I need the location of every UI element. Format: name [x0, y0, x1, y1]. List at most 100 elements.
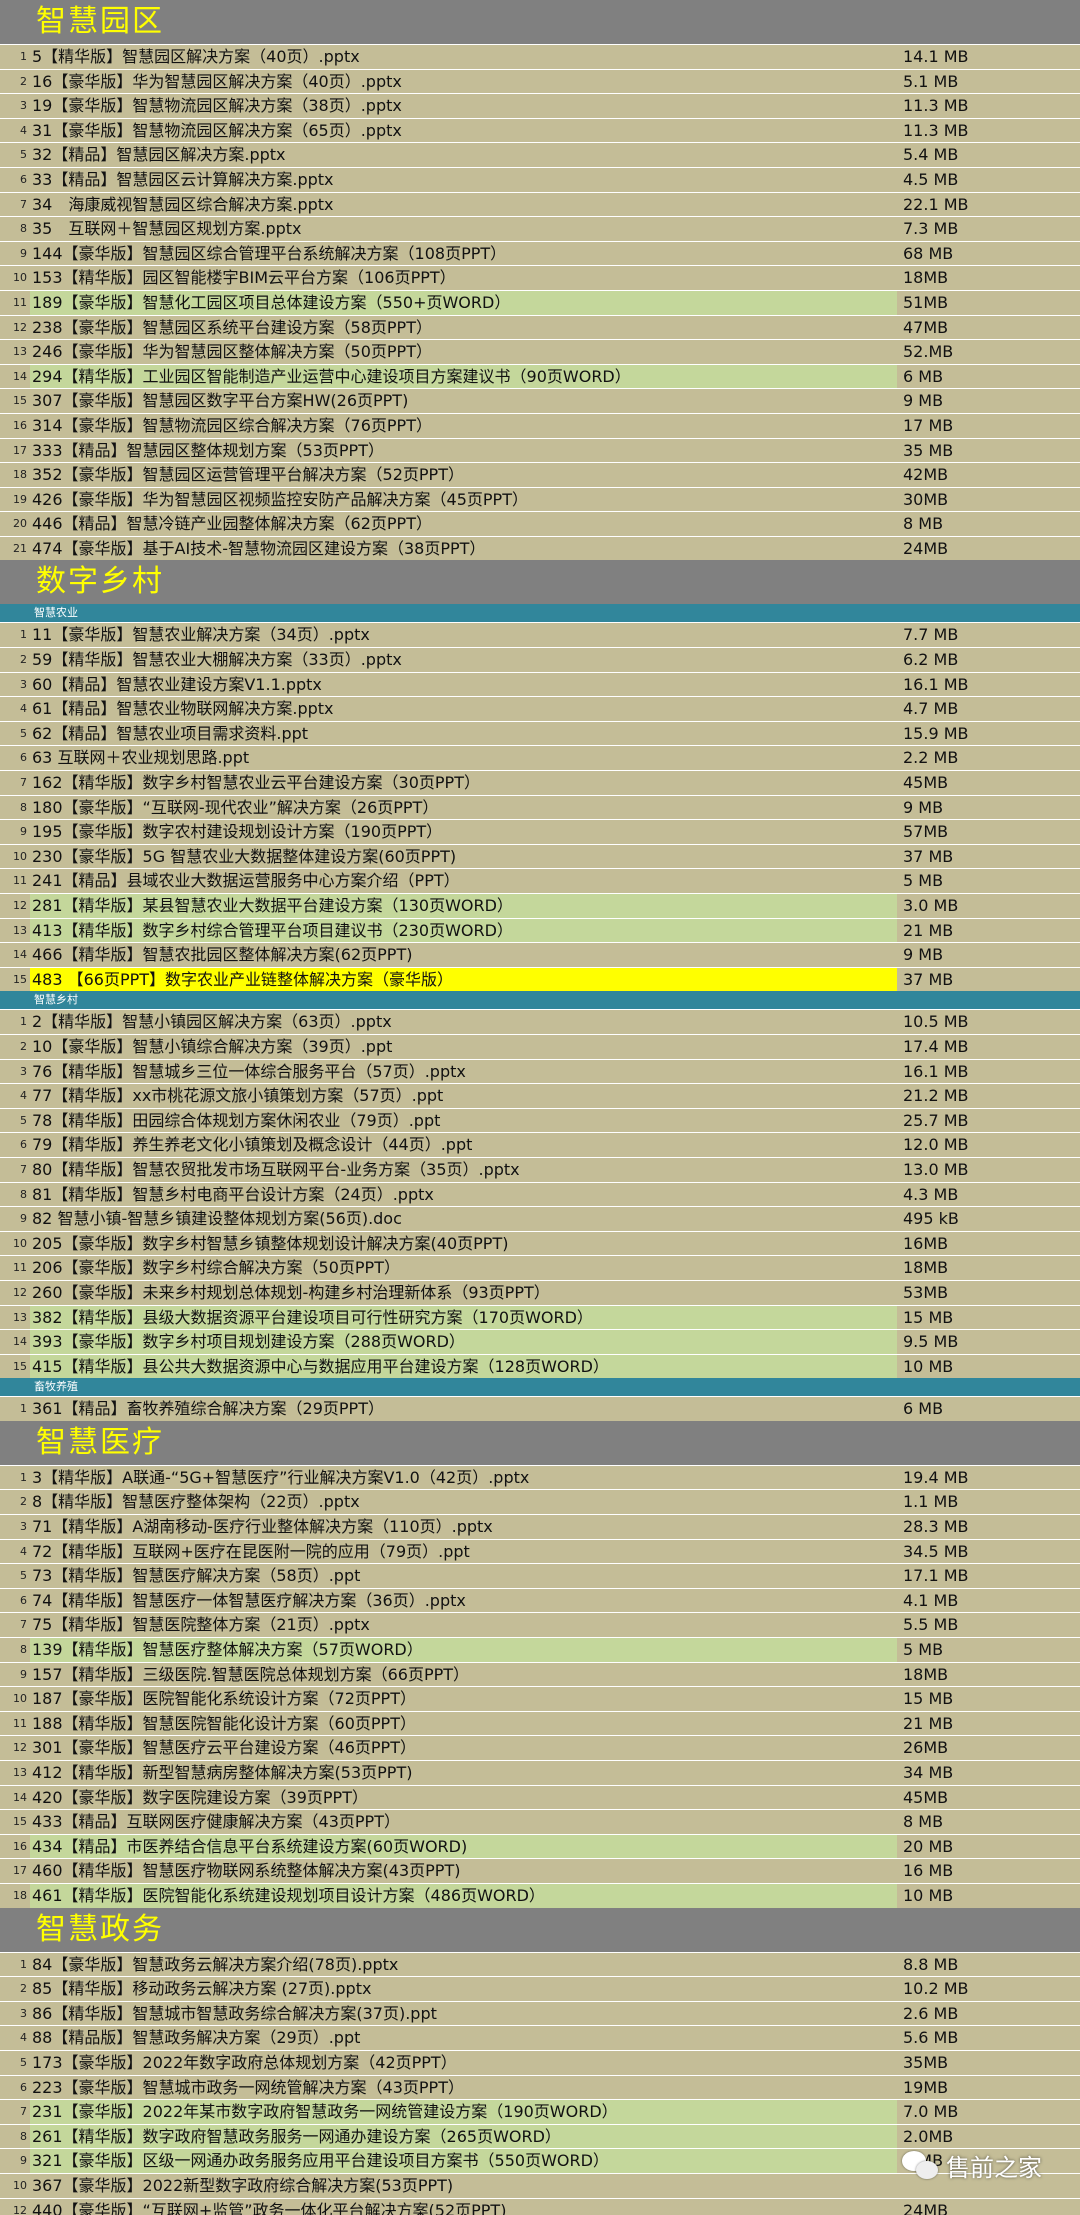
row-index: 12: [13, 899, 27, 912]
row-index: 15: [13, 1359, 27, 1373]
file-name: 74【精华版】智慧医疗一体智慧医疗解决方案（36页）.pptx: [32, 1590, 466, 1610]
table-row: 10 153【精华版】园区智能楼宇BIM云平台方案（106页PPT） 18MB: [0, 265, 1080, 290]
row-index: 14: [13, 369, 27, 383]
file-size: 2.0MB: [903, 2126, 954, 2146]
row-index: 1: [20, 1957, 27, 1971]
file-name: 75【精华版】智慧医院整体方案（21页）.pptx: [32, 1615, 370, 1635]
table-row: 8 81【精华版】智慧乡村电商平台设计方案（24页）.pptx 4.3 MB: [0, 1181, 1080, 1207]
table-row: 4 61【精品】智慧农业物联网解决方案.pptx 4.7 MB: [0, 696, 1080, 721]
file-size: 14.1 MB: [903, 47, 969, 66]
file-name: 81【精华版】智慧乡村电商平台设计方案（24页）.pptx: [32, 1184, 434, 1204]
file-size: 1.1 MB: [903, 1492, 959, 1512]
row-index: 20: [13, 517, 27, 531]
file-size: 16.1 MB: [903, 1061, 969, 1081]
table-row: 4 31【豪华版】智慧物流园区解决方案（65页）.pptx 11.3 MB: [0, 117, 1080, 143]
file-name: 393【豪华版】数字乡村项目规划建设方案（288页WORD）: [30, 1330, 897, 1354]
file-size: 5.1 MB: [903, 71, 959, 91]
row-index: 5: [20, 726, 27, 740]
file-size: 15.9 MB: [903, 723, 969, 743]
table-row: 14 393【豪华版】数字乡村项目规划建设方案（288页WORD） 9.5 MB: [0, 1329, 1080, 1354]
file-name: 238【豪华版】智慧园区系统平台建设方案（58页PPT）: [32, 317, 432, 337]
file-size: 8 MB: [903, 514, 944, 534]
file-size: 17 MB: [903, 415, 954, 435]
table-row: 7 231【豪华版】2022年某市数字政府智慧政务一网统管建设方案（190页WOR…: [0, 2099, 1080, 2124]
table-row: 13 412【精华版】新型智慧病房整体解决方案(53页PPT) 34 MB: [0, 1760, 1080, 1785]
file-size: 15 MB: [903, 1307, 954, 1327]
file-size: 9 MB: [903, 945, 944, 965]
file-size: 21 MB: [903, 920, 954, 940]
file-size: 45MB: [903, 773, 949, 793]
file-name: 11【豪华版】智慧农业解决方案（34页）.pptx: [32, 625, 370, 645]
file-size: 18MB: [903, 268, 949, 288]
row-index: 4: [20, 1544, 27, 1558]
row-index: 1: [20, 1402, 27, 1416]
file-size: 6 MB: [903, 1399, 944, 1419]
table-row: 20 446【精品】智慧冷链产业园整体解决方案（62页PPT） 8 MB: [0, 511, 1080, 536]
file-size: 16.1 MB: [903, 674, 969, 694]
file-name: 31【豪华版】智慧物流园区解决方案（65页）.pptx: [32, 120, 402, 140]
file-name: 281【精华版】某县智慧农业大数据平台建设方案（130页WORD）: [30, 894, 897, 918]
table-row: 7 162【精华版】数字乡村智慧农业云平台建设方案（30页PPT） 45MB: [0, 770, 1080, 795]
file-size: 35 MB: [903, 440, 954, 460]
file-size: 3.0 MB: [903, 896, 959, 915]
file-name: 71【精华版】A湖南移动-医疗行业整体解决方案（110页）.pptx: [32, 1517, 493, 1537]
table-row: 1 11【豪华版】智慧农业解决方案（34页）.pptx 7.7 MB: [0, 622, 1080, 647]
file-name: 440【豪华版】“互联网+监管”政务一体化平台解决方案(52页PPT): [32, 2200, 507, 2215]
file-size: 53MB: [903, 1282, 949, 1302]
row-index: 7: [20, 776, 27, 790]
file-name: 77【精华版】xx市桃花源文旅小镇策划方案（57页）.ppt: [32, 1086, 444, 1106]
file-name: 307【豪华版】智慧园区数字平台方案HW(26页PPT): [32, 391, 409, 411]
row-index: 6: [20, 1593, 27, 1607]
table-row: 10 205【豪华版】数字乡村智慧乡镇整体规划设计解决方案(40页PPT) 16MB: [0, 1230, 1080, 1256]
row-index: 15: [13, 972, 27, 986]
table-row: 21 474【豪华版】基于AI技术-智慧物流园区建设方案（38页PPT） 24MB: [0, 535, 1080, 561]
row-index: 11: [13, 1261, 27, 1275]
row-index: 3: [20, 1520, 27, 1534]
file-size: 7.7 MB: [903, 625, 959, 645]
row-index: 8: [20, 222, 27, 236]
table-row: 4 72【精华版】互联网+医疗在昆医附一院的应用（79页）.ppt 34.5 MB: [0, 1538, 1080, 1564]
row-index: 3: [20, 99, 27, 113]
file-size: 9 MB: [903, 391, 944, 411]
row-index: 7: [20, 2105, 27, 2119]
file-size: 7.3 MB: [903, 219, 959, 239]
table-row: 8 261【精华版】数字政府智慧政务服务一网通办建设方案（265页WORD） 2.0…: [0, 2123, 1080, 2149]
row-index: 3: [20, 1064, 27, 1078]
file-name: 321【豪华版】区级一网通办政务服务应用平台建设项目方案书（550页WORD）: [30, 2149, 897, 2173]
table-row: 11 206【豪华版】数字乡村综合解决方案（50页PPT） 18MB: [0, 1255, 1080, 1280]
row-index: 10: [13, 271, 27, 285]
row-index: 9: [20, 1212, 27, 1226]
file-size: 12.0 MB: [903, 1135, 969, 1155]
file-size: 6.2 MB: [903, 650, 959, 670]
file-name: 88【精品版】智慧政务解决方案（29页）.ppt: [32, 2028, 361, 2048]
file-size: 15 MB: [903, 1689, 954, 1709]
file-name: 62【精品】智慧农业项目需求资料.ppt: [32, 723, 309, 743]
file-name: 188【精华版】智慧医院智能化设计方案（60页PPT）: [32, 1713, 416, 1733]
file-name: 80【精华版】智慧农贸批发市场互联网平台-业务方案（35页）.pptx: [32, 1159, 520, 1179]
file-size: 10.2 MB: [903, 1979, 969, 1999]
row-index: 12: [13, 2203, 27, 2215]
file-size: 5.5 MB: [903, 1615, 959, 1635]
row-index: 3: [20, 2006, 27, 2020]
row-index: 4: [20, 702, 27, 716]
file-name: 415【精华版】县公共大数据资源中心与数据应用平台建设方案（128页WORD）: [30, 1354, 897, 1379]
file-name: 3【精华版】A联通-“5G+智慧医疗”行业解决方案V1.0（42页）.pptx: [32, 1467, 530, 1487]
table-row: 6 33【精品】智慧园区云计算解决方案.pptx 4.5 MB: [0, 166, 1080, 192]
table-row: 18 461【精华版】医院智能化系统建设规划项目设计方案（486页WORD） 10 …: [0, 1882, 1080, 1908]
file-size: 18MB: [903, 1664, 949, 1684]
table-row: 4 88【精品版】智慧政务解决方案（29页）.ppt 5.6 MB: [0, 2025, 1080, 2050]
row-index: 15: [13, 394, 27, 408]
table-row: 12 301【豪华版】智慧医疗云平台建设方案（46页PPT） 26MB: [0, 1735, 1080, 1760]
table-row: 19 426【豪华版】华为智慧园区视频监控安防产品解决方案（45页PPT） 30MB: [0, 486, 1080, 512]
file-size: 24MB: [903, 538, 949, 558]
file-size: 20 MB: [903, 1836, 954, 1856]
row-index: 4: [20, 123, 27, 137]
table-row: 1 5【精华版】智慧园区解决方案（40页）.pptx 14.1 MB: [0, 44, 1080, 69]
row-index: 1: [20, 50, 27, 63]
file-name: 205【豪华版】数字乡村智慧乡镇整体规划设计解决方案(40页PPT): [32, 1233, 509, 1253]
file-size: 22.1 MB: [903, 194, 969, 214]
row-index: 18: [13, 1888, 27, 1902]
row-index: 13: [13, 1310, 27, 1324]
table-row: 5 32【精品】智慧园区解决方案.pptx 5.4 MB: [0, 142, 1080, 167]
file-size: 30MB: [903, 489, 949, 509]
